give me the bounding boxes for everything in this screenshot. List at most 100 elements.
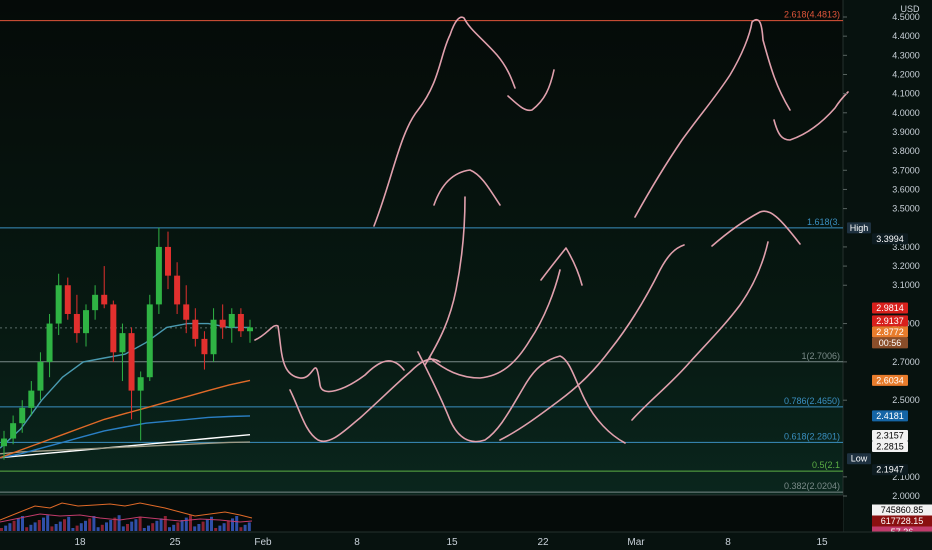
volume-bar <box>142 528 146 531</box>
volume-bar <box>201 521 205 531</box>
fib-level-label: 0.618(2.2801) <box>784 431 840 441</box>
candle-body <box>137 377 144 391</box>
date-tick-label: 15 <box>446 537 458 548</box>
price-tick-label: 4.2000 <box>892 69 920 79</box>
candle-body <box>92 294 99 311</box>
volume-bar <box>79 523 83 531</box>
price-tag-2-3157-text: 2.3157 <box>876 431 904 441</box>
chart-root: 2.618(4.4813) 1.618(3. 1(2.7006) 0.786(2.46… <box>0 0 932 550</box>
price-tick-label: 3.2000 <box>892 261 920 271</box>
candle-body <box>119 333 126 353</box>
candle-body <box>228 313 235 328</box>
volume-bar <box>184 517 188 531</box>
volume-bar <box>159 518 163 531</box>
price-tick-label: 3.9000 <box>892 127 920 137</box>
volume-bar <box>29 524 33 531</box>
volume-bar <box>67 516 71 531</box>
volume-bar <box>243 524 247 531</box>
price-tag-2-9814-text: 2.9814 <box>876 303 904 313</box>
volume-bar <box>235 516 239 531</box>
volume-bar <box>46 515 50 531</box>
currency-label: USD <box>900 4 920 14</box>
volume-bar <box>117 515 121 531</box>
candle-body <box>201 338 208 355</box>
volume-bar <box>193 526 197 531</box>
candle-body <box>73 313 80 334</box>
volume-bar <box>25 527 29 531</box>
volume-bar <box>172 524 176 531</box>
candle-body <box>46 323 53 362</box>
date-tick-label: 25 <box>169 537 181 548</box>
volume-bar <box>63 519 66 531</box>
volume-bar <box>84 520 87 531</box>
volume-bar <box>0 528 3 531</box>
volume-tag-745860-text: 745860.85 <box>881 505 924 515</box>
volume-bar <box>205 519 209 531</box>
candle-body <box>110 304 117 353</box>
candle-body <box>146 304 153 378</box>
volume-bar <box>105 522 108 531</box>
candle-body <box>37 361 44 391</box>
price-tick-label: 2.5000 <box>892 395 920 405</box>
candle-body <box>247 327 253 332</box>
volume-bar <box>16 518 20 531</box>
volume-tag-617728-text: 617728.15 <box>881 516 924 526</box>
candle-body <box>64 285 71 314</box>
volume-bar <box>218 525 222 531</box>
candle-body <box>210 319 217 355</box>
volume-bar <box>222 523 226 531</box>
volume-bar <box>121 526 125 531</box>
price-tick-label: 3.8000 <box>892 146 920 156</box>
low-tag-text: Low <box>851 454 868 464</box>
date-tick-label: 22 <box>537 537 549 548</box>
price-tick-label: 3.1000 <box>892 280 920 290</box>
volume-bar <box>231 518 234 531</box>
fib-level-label: 1(2.7006) <box>801 351 840 361</box>
volume-bar <box>130 521 134 531</box>
countdown-tag-text: 00:56 <box>879 338 902 348</box>
candle-body <box>101 294 108 305</box>
candle-body <box>219 319 226 328</box>
volume-bar <box>180 520 184 531</box>
fib-level-label: 0.786(2.4650) <box>784 396 840 406</box>
price-chart[interactable]: 2.618(4.4813) 1.618(3. 1(2.7006) 0.786(2.46… <box>0 0 932 550</box>
candle-body <box>192 319 199 339</box>
low-value-tag-text: 2.1947 <box>876 465 904 475</box>
volume-bar <box>197 524 201 531</box>
fib-level-label: 2.618(4.4813) <box>784 10 840 20</box>
volume-bar <box>58 521 62 531</box>
candle-body <box>10 423 17 439</box>
volume-bar <box>155 520 159 531</box>
chart-background <box>0 0 932 550</box>
high-value-tag-text: 3.3994 <box>876 234 904 244</box>
volume-bar <box>176 522 180 531</box>
volume-bar <box>226 520 230 531</box>
fib-level-label: 1.618(3. <box>807 217 840 227</box>
candle-body <box>165 246 171 276</box>
volume-bar <box>151 523 155 531</box>
price-tick-label: 2.7000 <box>892 357 920 367</box>
volume-bar <box>4 525 8 531</box>
volume-pane <box>0 494 843 532</box>
volume-bar <box>100 524 104 531</box>
price-tick-label: 4.4000 <box>892 31 920 41</box>
volume-bar <box>71 528 75 531</box>
volume-bar <box>126 524 129 531</box>
candle-body <box>128 333 135 391</box>
price-tag-2-8772-text: 2.8772 <box>876 327 904 337</box>
date-tick-label: Feb <box>254 537 272 548</box>
volume-bar <box>214 528 218 531</box>
candle-body <box>1 438 7 447</box>
volume-bar <box>92 516 96 531</box>
volume-bar <box>168 527 171 531</box>
candle-body <box>28 390 35 408</box>
volume-bar <box>8 523 12 531</box>
price-tag-2-6034-text: 2.6034 <box>876 375 904 385</box>
fib-level-label: 0.382(2.0204) <box>784 481 840 491</box>
date-tick-label: 15 <box>816 537 828 548</box>
candle-body <box>237 313 244 332</box>
volume-bar <box>189 515 192 531</box>
price-tick-label: 4.1000 <box>892 89 920 99</box>
date-tick-label: Mar <box>627 537 645 548</box>
volume-bar <box>88 518 92 531</box>
